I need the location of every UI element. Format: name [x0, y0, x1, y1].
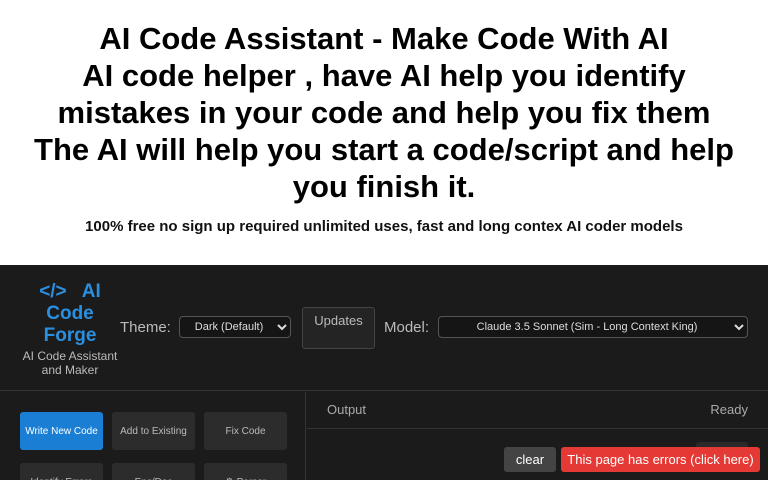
- add-to-existing-button[interactable]: Add to Existing: [112, 412, 195, 450]
- parser-button[interactable]: ⚙ Parser: [204, 463, 287, 480]
- identify-errors-button[interactable]: Identify Errors: [20, 463, 103, 480]
- output-title: Output: [327, 402, 367, 417]
- logo-line: Code: [46, 303, 94, 324]
- output-status: Ready: [710, 402, 748, 417]
- updates-button[interactable]: Updates: [302, 307, 375, 349]
- page-title: AI Code Assistant - Make Code With AI AI…: [0, 0, 768, 205]
- title-line: you finish it.: [292, 169, 476, 204]
- action-sidebar: Write New Code Add to Existing Fix Code …: [0, 392, 306, 480]
- clear-button[interactable]: clear: [504, 447, 556, 472]
- model-label: Model:: [384, 319, 430, 336]
- output-header: Output Ready: [307, 392, 768, 429]
- fix-code-button[interactable]: Fix Code: [204, 412, 287, 450]
- logo-line: Forge: [43, 325, 97, 346]
- brand: </> AI Code Forge AI Code Assistant and …: [18, 281, 122, 377]
- hero-section: AI Code Assistant - Make Code With AI AI…: [0, 0, 768, 265]
- logo-line: </> AI: [39, 281, 101, 302]
- write-new-code-button[interactable]: Write New Code: [20, 412, 103, 450]
- title-line: mistakes in your code and help you fix t…: [57, 95, 711, 130]
- title-line: The AI will help you start a code/script…: [34, 132, 734, 167]
- theme-select[interactable]: Dark (Default): [179, 316, 291, 338]
- brand-subtitle: AI Code Assistant and Maker: [22, 349, 118, 377]
- tagline: 100% free no sign up required unlimited …: [85, 218, 683, 235]
- page-errors-button[interactable]: This page has errors (click here): [561, 447, 760, 472]
- enc-dec-button[interactable]: Enc/Dec: [112, 463, 195, 480]
- updates-label: Updates: [314, 313, 363, 328]
- theme-label: Theme:: [120, 319, 171, 336]
- model-select[interactable]: Claude 3.5 Sonnet (Sim - Long Context Ki…: [438, 316, 748, 338]
- logo: </> AI Code Forge: [18, 281, 122, 347]
- title-line: AI Code Assistant - Make Code With AI: [99, 21, 669, 56]
- title-line: AI code helper , have AI help you identi…: [82, 58, 686, 93]
- toolbar: </> AI Code Forge AI Code Assistant and …: [0, 265, 768, 391]
